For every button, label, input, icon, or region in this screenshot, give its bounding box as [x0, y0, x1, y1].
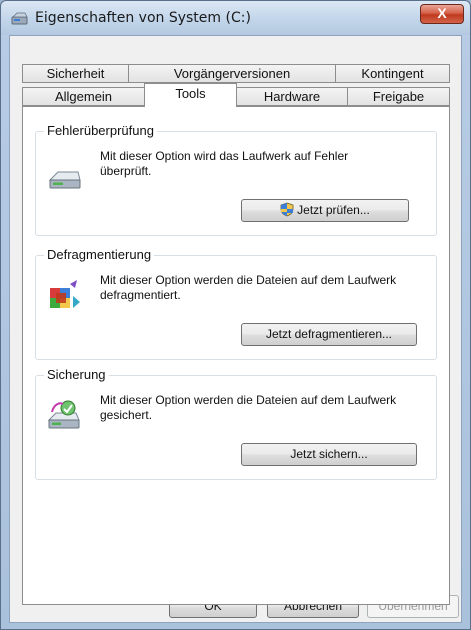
backup-now-button[interactable]: Jetzt sichern... — [241, 443, 417, 466]
check-now-label: Jetzt prüfen... — [297, 203, 370, 217]
tools-tab-panel: Fehlerüberprüfung Mit dieser Option wird… — [22, 106, 450, 605]
tab-hardware[interactable]: Hardware — [236, 87, 348, 106]
tab-vorgaengerversionen[interactable]: Vorgängerversionen — [128, 64, 336, 83]
backup-group: Sicherung Mit dieser Option werden die D… — [35, 367, 437, 480]
uac-shield-icon — [280, 202, 294, 217]
defrag-description: Mit dieser Option werden die Dateien auf… — [100, 273, 397, 302]
backup-icon — [47, 400, 80, 429]
error-check-title: Fehlerüberprüfung — [44, 123, 157, 138]
tab-allgemein[interactable]: Allgemein — [22, 87, 145, 106]
error-check-group: Fehlerüberprüfung Mit dieser Option wird… — [35, 123, 437, 236]
window-title: Eigenschaften von System (C:) — [35, 10, 251, 26]
tab-sicherheit[interactable]: Sicherheit — [22, 64, 129, 83]
title-bar[interactable]: Eigenschaften von System (C:) X — [1, 1, 470, 35]
backup-title: Sicherung — [44, 367, 109, 382]
drive-icon — [48, 171, 81, 189]
close-icon: X — [437, 5, 447, 21]
tab-tools[interactable]: Tools — [144, 83, 237, 107]
check-now-button[interactable]: Jetzt prüfen... — [241, 199, 409, 222]
error-check-description: Mit dieser Option wird das Laufwerk auf … — [100, 149, 349, 178]
properties-window: Eigenschaften von System (C:) X Sicherhe… — [0, 0, 471, 630]
close-button[interactable]: X — [420, 4, 464, 24]
tab-kontingent[interactable]: Kontingent — [335, 64, 450, 83]
defrag-now-button[interactable]: Jetzt defragmentieren... — [241, 323, 417, 346]
drive-title-icon — [11, 12, 28, 25]
defrag-icon — [50, 280, 80, 308]
defrag-group: Defragmentierung Mit dieser Option werde… — [35, 247, 437, 360]
backup-description: Mit dieser Option werden die Dateien auf… — [100, 393, 397, 422]
tab-freigabe[interactable]: Freigabe — [347, 87, 450, 106]
defrag-title: Defragmentierung — [44, 247, 155, 262]
